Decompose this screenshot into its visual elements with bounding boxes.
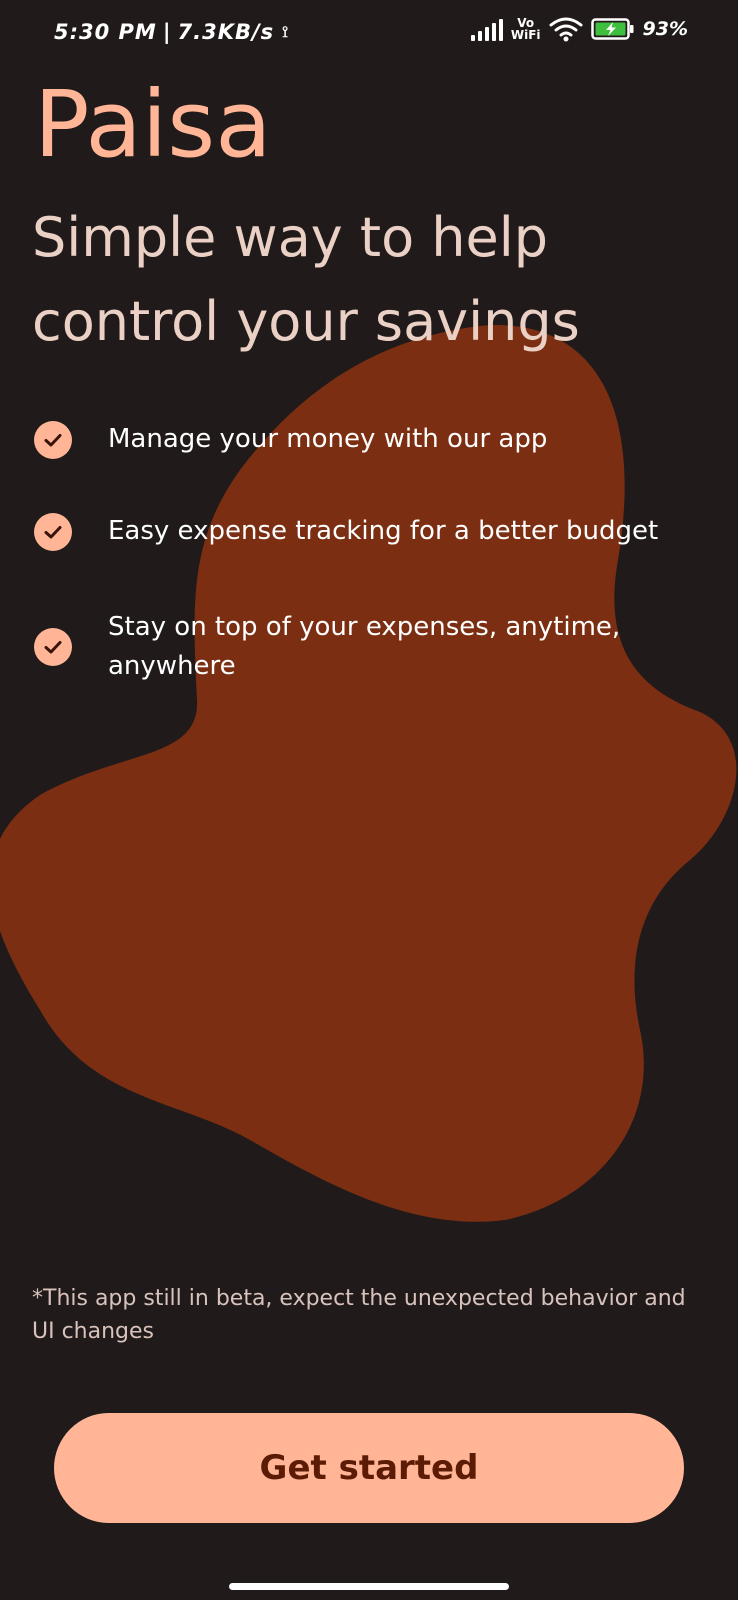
home-indicator[interactable] [229, 1583, 509, 1590]
status-right: Vo WiFi 93% [470, 16, 688, 42]
signal-icon [470, 17, 503, 41]
network-speed: 7.3KB/s [177, 20, 275, 44]
vowifi-bottom: WiFi [510, 28, 541, 42]
feature-text: Stay on top of your expenses, anytime, a… [108, 612, 621, 681]
check-circle-icon [34, 512, 72, 551]
battery-charging-icon [590, 17, 635, 41]
tagline: Simple way to help control your savings [32, 206, 580, 353]
vowifi-icon: Vo WiFi [511, 17, 541, 41]
wifi-icon [549, 16, 583, 42]
status-left: 5:30 PM | 7.3KB/s ⟟ [54, 20, 289, 44]
feature-text: Easy expense tracking for a better budge… [108, 516, 659, 546]
clock: 5:30 PM [54, 20, 157, 44]
check-circle-icon [34, 420, 72, 459]
get-started-button[interactable]: Get started [54, 1413, 684, 1523]
beta-disclaimer: *This app still in beta, expect the unex… [32, 1286, 686, 1344]
feature-item: Easy expense tracking for a better budge… [34, 512, 714, 551]
status-separator: | [162, 20, 172, 44]
welcome-screen: 5:30 PM | 7.3KB/s ⟟ Vo WiFi 93% Paisa Si… [0, 0, 738, 1600]
check-circle-icon [34, 628, 72, 666]
cast-icon: ⟟ [282, 22, 290, 41]
feature-text: Manage your money with our app [108, 424, 548, 454]
content: Paisa Simple way to help control your sa… [0, 0, 738, 1600]
feature-item: Stay on top of your expenses, anytime, a… [34, 608, 714, 686]
feature-item: Manage your money with our app [34, 420, 714, 459]
app-title: Paisa [34, 71, 272, 178]
status-bar: 5:30 PM | 7.3KB/s ⟟ Vo WiFi 93% [0, 14, 738, 60]
battery-percent: 93% [642, 18, 688, 40]
